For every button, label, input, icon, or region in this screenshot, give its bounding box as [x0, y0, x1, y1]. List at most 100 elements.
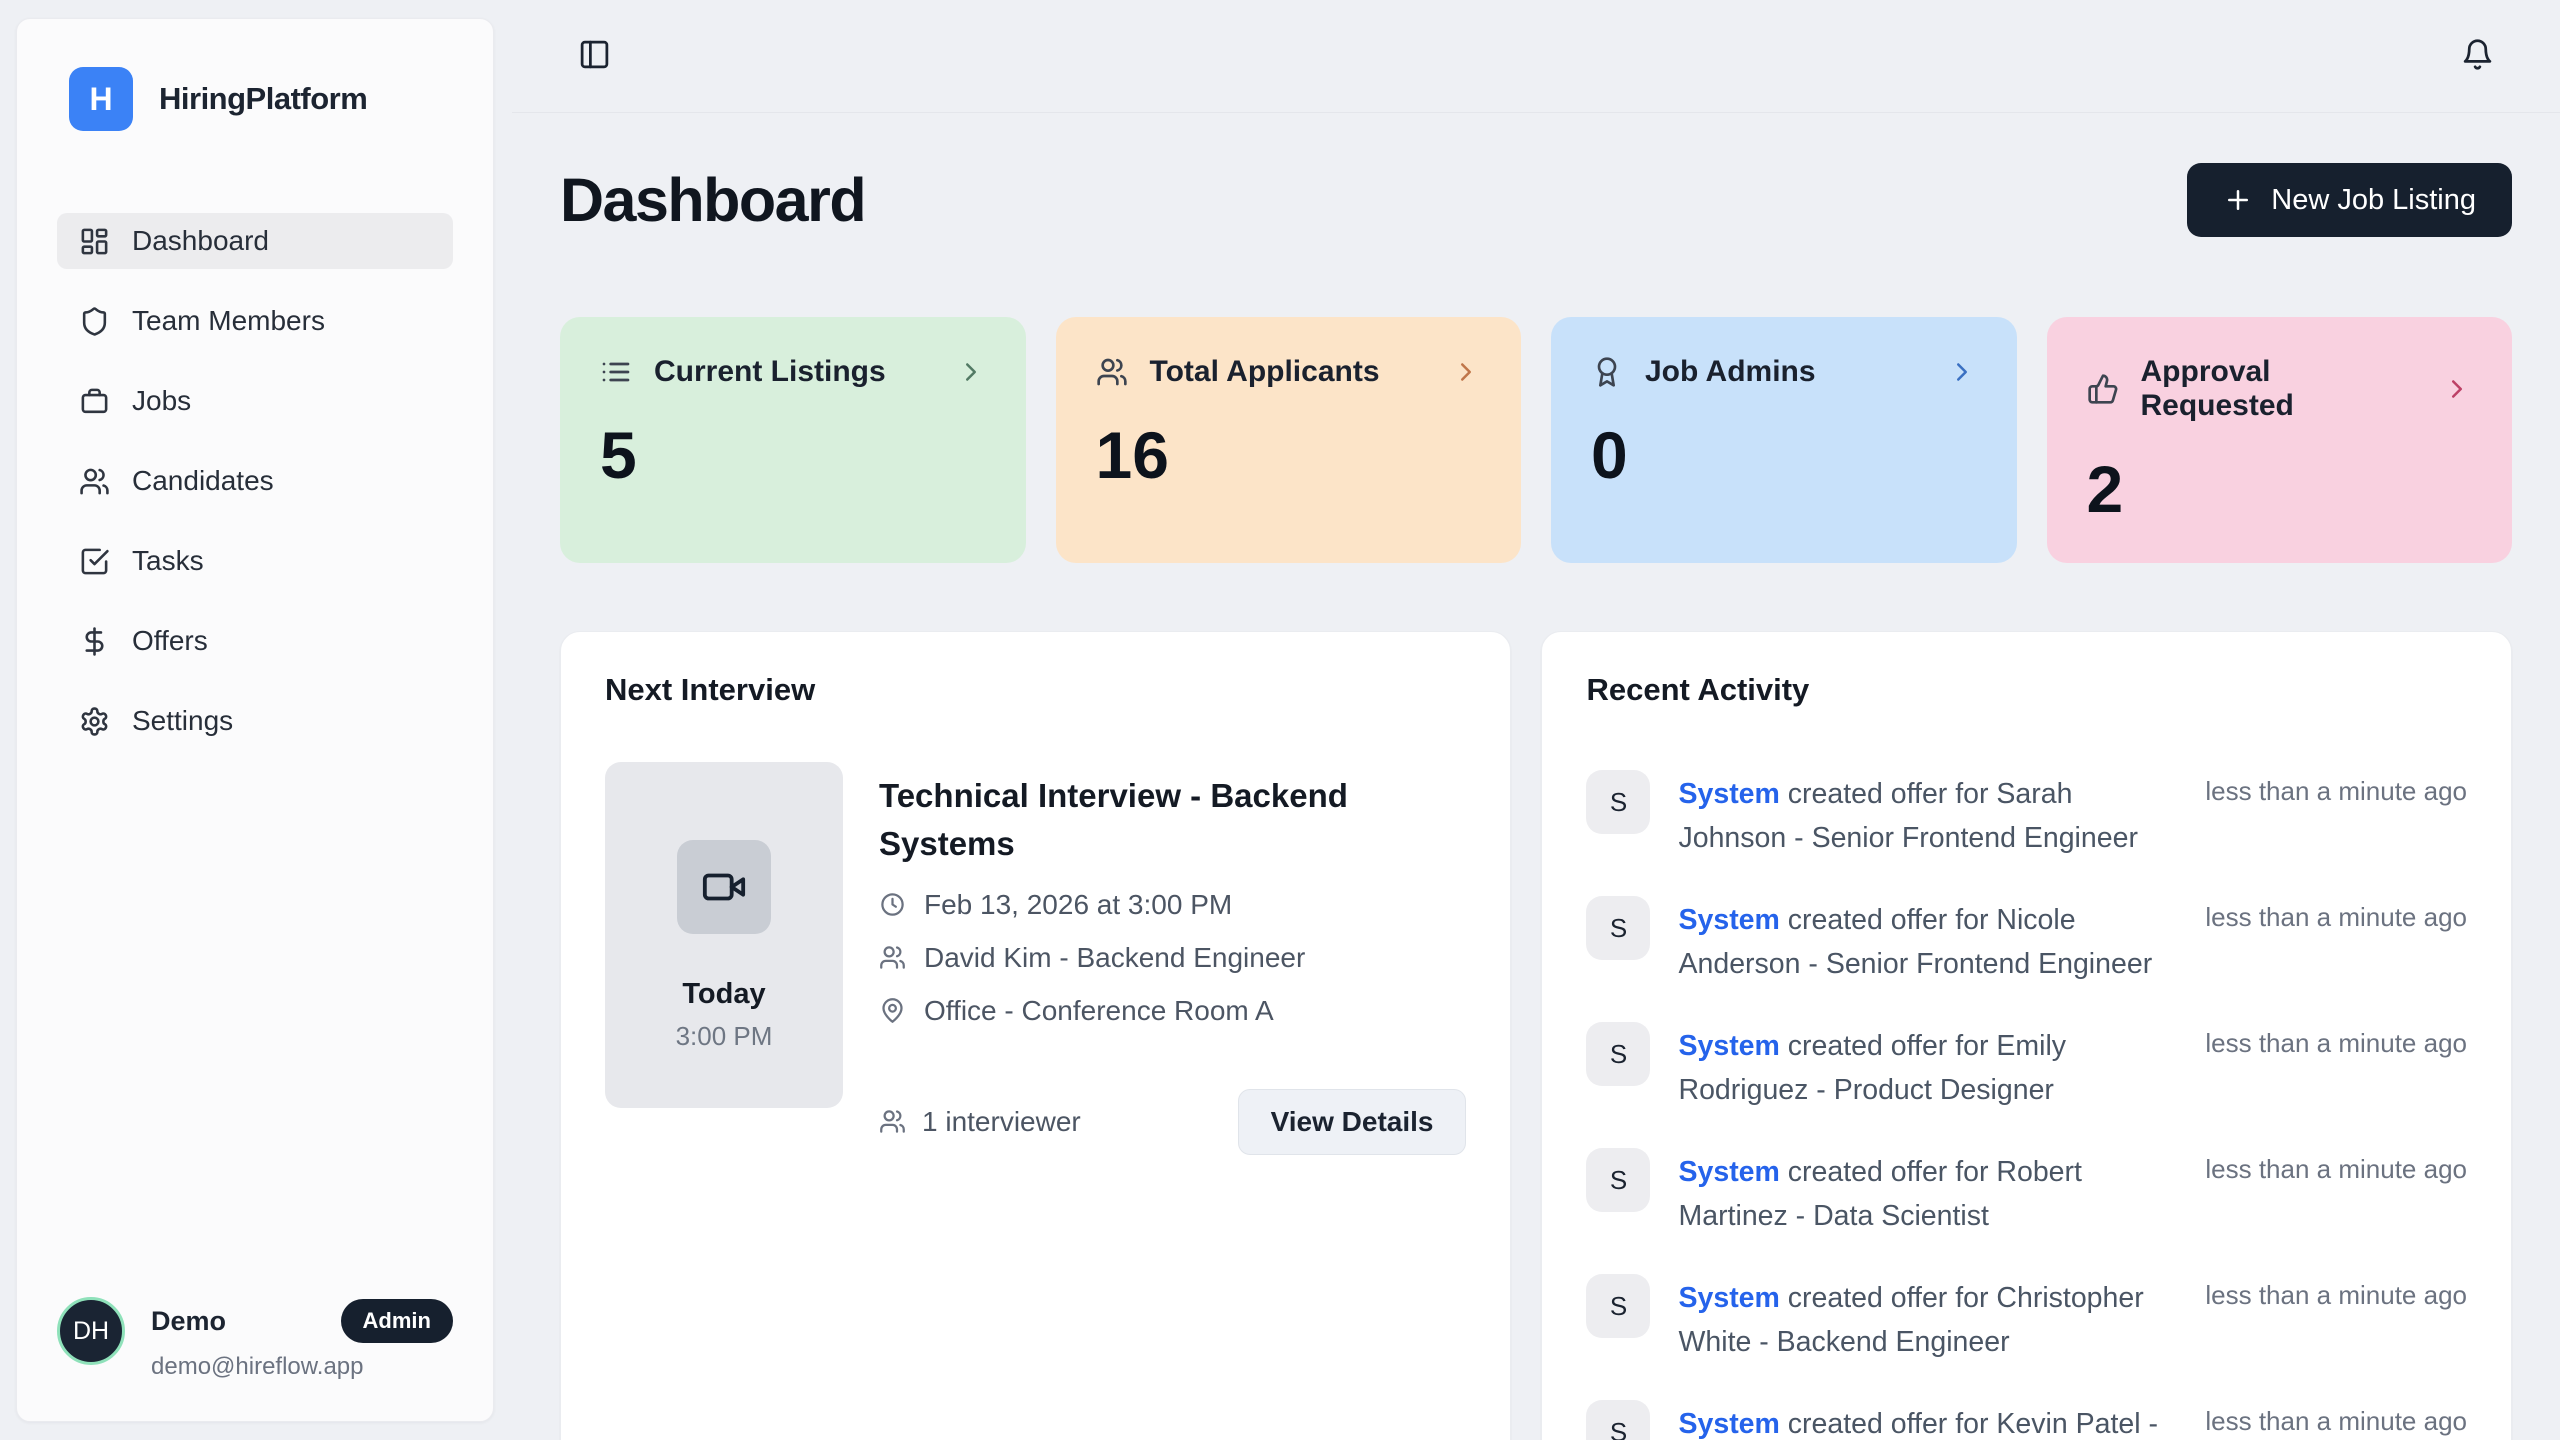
user-name: Demo — [151, 1306, 226, 1337]
activity-list-item: S System created offer for Emily Rodrigu… — [1586, 1022, 2467, 1112]
chevron-right-icon — [1451, 357, 1481, 387]
activity-text: System created offer for Christopher Whi… — [1678, 1274, 2177, 1364]
sidebar-nav-item[interactable]: Dashboard — [57, 213, 453, 269]
interview-datetime-row: Feb 13, 2026 at 3:00 PM — [879, 889, 1466, 921]
stat-card-value: 16 — [1096, 417, 1482, 493]
app-logo-row: H HiringPlatform — [69, 67, 453, 131]
interview-datetime: Feb 13, 2026 at 3:00 PM — [924, 889, 1232, 921]
sidebar-nav-item[interactable]: Tasks — [57, 533, 453, 589]
sidebar-nav-item[interactable]: Team Members — [57, 293, 453, 349]
activity-text: System created offer for Emily Rodriguez… — [1678, 1022, 2177, 1112]
sidebar-nav: Dashboard Team Members Jobs Candidates T… — [57, 213, 453, 749]
video-camera-icon — [701, 864, 747, 910]
activity-avatar: S — [1586, 1400, 1650, 1440]
sidebar-nav-item[interactable]: Candidates — [57, 453, 453, 509]
sidebar-nav-item[interactable]: Jobs — [57, 373, 453, 429]
stat-card-value: 0 — [1591, 417, 1977, 493]
activity-timestamp: less than a minute ago — [2205, 770, 2467, 807]
chevron-right-icon — [1947, 357, 1977, 387]
activity-avatar: S — [1586, 896, 1650, 960]
activity-actor-link[interactable]: System — [1678, 1408, 1779, 1440]
interview-location: Office - Conference Room A — [924, 995, 1274, 1027]
activity-timestamp: less than a minute ago — [2205, 1148, 2467, 1185]
activity-list-item: S System created offer for Kevin Patel -… — [1586, 1400, 2467, 1440]
stat-card-label: Job Admins — [1645, 355, 1925, 389]
activity-timestamp: less than a minute ago — [2205, 1400, 2467, 1437]
activity-text: System created offer for Nicole Anderson… — [1678, 896, 2177, 986]
activity-list-item: S System created offer for Nicole Anders… — [1586, 896, 2467, 986]
stat-card[interactable]: Current Listings 5 — [560, 317, 1026, 563]
activity-actor-link[interactable]: System — [1678, 904, 1779, 936]
stat-card-value: 5 — [600, 417, 986, 493]
avatar: DH — [57, 1297, 125, 1365]
new-job-listing-label: New Job Listing — [2271, 184, 2476, 217]
interview-day: Today — [682, 978, 765, 1011]
stat-card-label: Approval Requested — [2141, 355, 2421, 423]
dashboard-content: Dashboard New Job Listing Current Listin… — [512, 113, 2560, 1440]
interview-location-row: Office - Conference Room A — [879, 995, 1466, 1027]
interview-time: 3:00 PM — [676, 1021, 773, 1052]
check-square-icon — [79, 546, 110, 577]
activity-list-item: S System created offer for Christopher W… — [1586, 1274, 2467, 1364]
sidebar-nav-item-label: Dashboard — [132, 225, 269, 257]
sidebar-nav-item-label: Jobs — [132, 385, 191, 417]
dollar-icon — [79, 626, 110, 657]
activity-text: System created offer for Kevin Patel - D… — [1678, 1400, 2177, 1440]
interview-candidate-row: David Kim - Backend Engineer — [879, 942, 1466, 974]
activity-avatar: S — [1586, 1148, 1650, 1212]
activity-avatar: S — [1586, 1274, 1650, 1338]
sidebar-nav-item-label: Offers — [132, 625, 208, 657]
shield-icon — [79, 306, 110, 337]
dashboard-panels: Next Interview Today 3:00 PM Technical I… — [560, 631, 2512, 1440]
role-badge: Admin — [341, 1299, 453, 1343]
user-email: demo@hireflow.app — [151, 1353, 453, 1381]
user-profile[interactable]: DH Demo Admin demo@hireflow.app — [57, 1297, 453, 1381]
interviewer-count: 1 interviewer — [879, 1106, 1081, 1138]
stat-card[interactable]: Job Admins 0 — [1551, 317, 2017, 563]
next-interview-card: Next Interview Today 3:00 PM Technical I… — [560, 631, 1511, 1440]
sidebar-nav-item-label: Team Members — [132, 305, 325, 337]
activity-text: System created offer for Robert Martinez… — [1678, 1148, 2177, 1238]
topbar — [512, 0, 2560, 113]
view-details-button[interactable]: View Details — [1238, 1089, 1467, 1155]
activity-avatar: S — [1586, 1022, 1650, 1086]
users-icon — [1096, 356, 1128, 388]
sidebar-nav-item[interactable]: Settings — [57, 693, 453, 749]
sidebar-nav-item-label: Candidates — [132, 465, 274, 497]
sidebar-nav-item-label: Tasks — [132, 545, 204, 577]
activity-actor-link[interactable]: System — [1678, 778, 1779, 810]
notifications-button[interactable] — [2461, 38, 2494, 74]
activity-actor-link[interactable]: System — [1678, 1030, 1779, 1062]
briefcase-icon — [79, 386, 110, 417]
stat-card[interactable]: Approval Requested 2 — [2047, 317, 2513, 563]
stat-card[interactable]: Total Applicants 16 — [1056, 317, 1522, 563]
activity-timestamp: less than a minute ago — [2205, 1022, 2467, 1059]
chevron-right-icon — [956, 357, 986, 387]
next-interview-title: Next Interview — [605, 672, 1466, 708]
gear-icon — [79, 706, 110, 737]
activity-list-item: S System created offer for Sarah Johnson… — [1586, 770, 2467, 860]
page-title: Dashboard — [560, 165, 865, 235]
users-icon — [879, 944, 906, 971]
users-icon — [79, 466, 110, 497]
activity-timestamp: less than a minute ago — [2205, 1274, 2467, 1311]
activity-actor-link[interactable]: System — [1678, 1156, 1779, 1188]
award-icon — [1591, 356, 1623, 388]
chevron-right-icon — [2442, 374, 2472, 404]
activity-timestamp: less than a minute ago — [2205, 896, 2467, 933]
main-area: Dashboard New Job Listing Current Listin… — [512, 0, 2560, 1440]
activity-actor-link[interactable]: System — [1678, 1282, 1779, 1314]
sidebar-nav-item[interactable]: Offers — [57, 613, 453, 669]
sidebar: H HiringPlatform Dashboard Team Members … — [16, 18, 494, 1422]
list-icon — [600, 356, 632, 388]
interview-job-title: Technical Interview - Backend Systems — [879, 772, 1369, 868]
activity-avatar: S — [1586, 770, 1650, 834]
users-icon — [879, 1108, 906, 1135]
app-logo: H — [69, 67, 133, 131]
sidebar-toggle-button[interactable] — [578, 38, 611, 74]
interview-date-tile: Today 3:00 PM — [605, 762, 843, 1108]
dashboard-grid-icon — [79, 226, 110, 257]
interview-candidate: David Kim - Backend Engineer — [924, 942, 1305, 974]
stat-card-value: 2 — [2087, 451, 2473, 527]
new-job-listing-button[interactable]: New Job Listing — [2187, 163, 2512, 237]
